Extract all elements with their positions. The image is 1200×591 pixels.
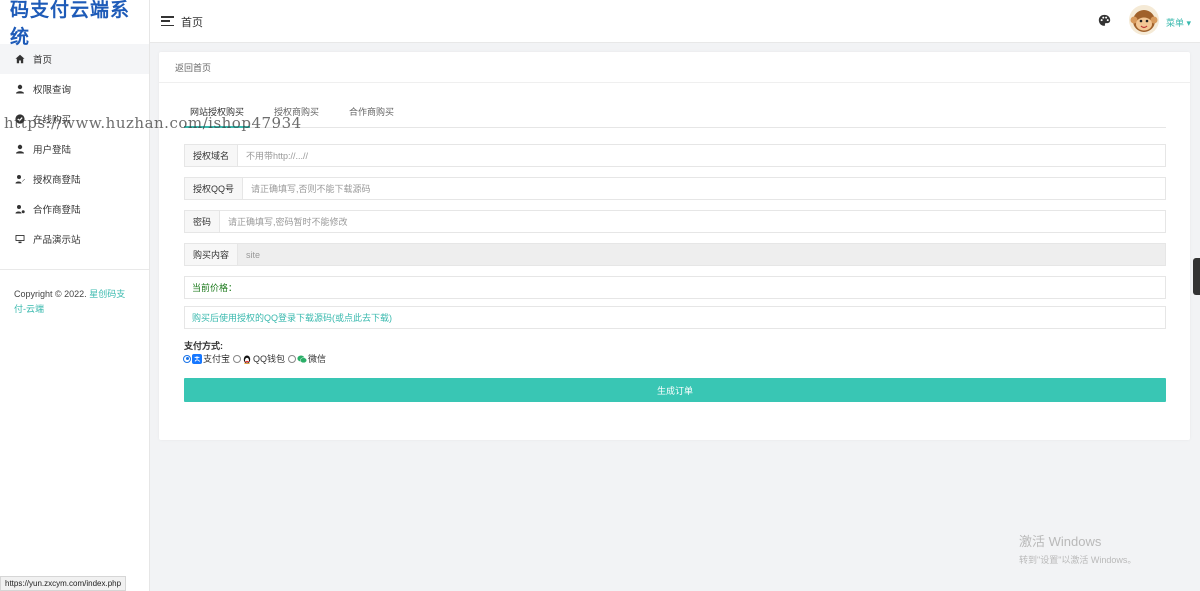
content-input (238, 244, 1165, 265)
brand-logo[interactable]: 码支付云端系统 (0, 0, 149, 48)
payment-option-wechat[interactable]: 微信 (288, 352, 326, 365)
tab-partner[interactable]: 合作商购买 (343, 105, 400, 128)
sidebar-item-licensee-login[interactable]: 授权商登陆 (0, 164, 149, 194)
wechat-radio[interactable] (288, 354, 297, 363)
payment-option-alipay[interactable]: 支付宝 (183, 352, 230, 365)
home-icon (14, 53, 26, 65)
copyright-text: Copyright © 2022. (14, 289, 87, 299)
user-icon (14, 143, 26, 155)
sidebar-item-label: 产品演示站 (33, 235, 81, 246)
sidebar-item-label: 权限查询 (33, 85, 72, 96)
topbar: 首页 菜单 ▾ (150, 0, 1200, 43)
content-label: 购买内容 (185, 244, 239, 265)
password-label: 密码 (185, 211, 221, 232)
copyright: Copyright © 2022. 星创码支付-云端 (0, 270, 149, 317)
sidebar-nav: 首页 权限查询 在线购买 用户登陆 授权商登陆 合作商登陆 产品演示站 (0, 44, 149, 254)
password-field: 密码 (184, 210, 1166, 233)
side-edge-handle[interactable] (1193, 258, 1200, 295)
status-bar-url: https://yun.zxcym.com/index.php (0, 576, 127, 591)
menu-toggle-icon[interactable] (161, 16, 174, 26)
payment-title: 支付方式: (184, 341, 223, 351)
sidebar-item-partner-login[interactable]: 合作商登陆 (0, 194, 149, 224)
monitor-icon (14, 233, 26, 245)
qq-penguin-icon (242, 354, 252, 364)
payment-options: 支付宝 QQ钱包 微信 (183, 352, 329, 365)
sidebar-item-label: 用户登陆 (33, 145, 72, 156)
purchase-card: 返回首页 网站授权购买 授权商购买 合作商购买 授权域名 授权QQ号 密码 购买… (159, 52, 1190, 440)
download-note-text: 购买后使用授权的QQ登录下载源码(或点此去下载) (192, 313, 392, 323)
palette-icon[interactable] (1098, 14, 1111, 27)
windows-activation-title: 激活 Windows (1019, 534, 1102, 549)
qqwallet-radio[interactable] (233, 354, 242, 363)
caret-down-icon: ▾ (1184, 18, 1192, 28)
watermark-text: https://www.huzhan.com/ishop47934 (4, 114, 302, 132)
user-gear-icon (14, 203, 26, 215)
sidebar-item-permission-query[interactable]: 权限查询 (0, 74, 149, 104)
sidebar: 码支付云端系统 首页 权限查询 在线购买 用户登陆 授权商登陆 合作商登陆 产品… (0, 0, 150, 591)
sidebar-item-demo-site[interactable]: 产品演示站 (0, 224, 149, 254)
avatar[interactable] (1129, 5, 1159, 35)
alipay-label: 支付宝 (203, 354, 231, 364)
payment-option-qqwallet[interactable]: QQ钱包 (233, 352, 285, 365)
qq-label: 授权QQ号 (185, 178, 244, 199)
qqwallet-label: QQ钱包 (253, 354, 286, 364)
windows-activation-subtitle: 转到"设置"以激活 Windows。 (1019, 555, 1137, 565)
sidebar-item-label: 授权商登陆 (33, 175, 81, 186)
user-icon (14, 83, 26, 95)
qq-field: 授权QQ号 (184, 177, 1166, 200)
alipay-icon (192, 353, 202, 364)
user-menu-dropdown[interactable]: 菜单 ▾ (1166, 16, 1191, 29)
password-input[interactable] (220, 211, 1165, 232)
alipay-radio[interactable] (183, 354, 191, 363)
purchase-tabs: 网站授权购买 授权商购买 合作商购买 (184, 105, 1166, 128)
windows-activation-notice: 激活 Windows 转到"设置"以激活 Windows。 (1019, 531, 1136, 566)
back-home-link[interactable]: 返回首页 (175, 61, 211, 74)
domain-label: 授权域名 (185, 145, 239, 166)
download-note[interactable]: 购买后使用授权的QQ登录下载源码(或点此去下载) (184, 306, 1166, 329)
domain-input[interactable] (238, 145, 1165, 166)
menu-label-text: 菜单 (1166, 18, 1185, 28)
price-display: 当前价格： (184, 276, 1166, 299)
wechat-icon (297, 354, 307, 364)
qq-input[interactable] (243, 178, 1165, 199)
user-pen-icon (14, 173, 26, 185)
sidebar-item-user-login[interactable]: 用户登陆 (0, 134, 149, 164)
sidebar-item-label: 首页 (33, 55, 53, 66)
price-label: 当前价格： (192, 283, 238, 293)
content-field: 购买内容 (184, 243, 1166, 266)
page-title: 首页 (181, 17, 203, 29)
sidebar-item-label: 合作商登陆 (33, 205, 81, 216)
domain-field: 授权域名 (184, 144, 1166, 167)
wechat-label: 微信 (308, 354, 327, 364)
create-order-button[interactable]: 生成订单 (184, 378, 1166, 402)
